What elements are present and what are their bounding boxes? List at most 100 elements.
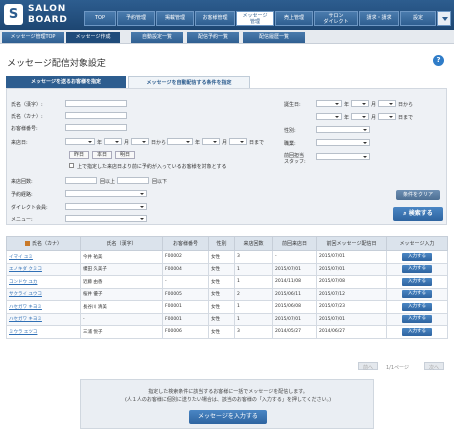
header-menu-dropdown[interactable] bbox=[437, 11, 451, 26]
birthday-to-month-select[interactable] bbox=[351, 113, 369, 120]
customer-kana-link[interactable]: イマイ ユミ bbox=[6, 250, 81, 264]
birthday-from-month-select[interactable] bbox=[351, 100, 369, 107]
customer-kana-link[interactable]: サクライ ユウコ bbox=[6, 287, 81, 301]
table-row: ミウラ エツコ 三浦 悦子 F00006 女性 3 2014/05/27 201… bbox=[6, 325, 448, 339]
message-input-cell: 入力する bbox=[386, 287, 448, 301]
nav-billing[interactable]: 請求・請求 bbox=[359, 11, 399, 26]
birthday-from-month-unit: 月 bbox=[371, 102, 377, 108]
pagination-prev-label: 前へ bbox=[363, 365, 374, 371]
input-message-button[interactable]: 入力する bbox=[402, 252, 432, 261]
nav-message-label2: 管理 bbox=[249, 19, 260, 25]
subtab-message-create[interactable]: メッセージ作成 bbox=[66, 32, 120, 43]
nav-settings[interactable]: 設定 bbox=[400, 11, 436, 26]
tab-specify-customers[interactable]: メッセージを送るお客様を指定 bbox=[6, 76, 126, 88]
nav-salon-direct[interactable]: サロン ダイレクト bbox=[314, 11, 358, 26]
subtab-message-top[interactable]: メッセージ管理TOP bbox=[2, 32, 64, 43]
customer-no: F00001 bbox=[162, 312, 209, 326]
visit-to-month-select[interactable] bbox=[202, 138, 220, 145]
customer-no-label: お客様番号: bbox=[11, 126, 38, 132]
menu-select[interactable] bbox=[65, 215, 147, 222]
gender-select[interactable] bbox=[316, 126, 370, 133]
salon-board-logo[interactable]: S SALON BOARD bbox=[4, 3, 80, 27]
nav-message[interactable]: メッセージ 管理 bbox=[236, 11, 274, 26]
input-bulk-message-button[interactable]: メッセージを入力する bbox=[189, 410, 267, 424]
visit-from-day-select[interactable] bbox=[131, 138, 149, 145]
logo-text-line2: BOARD bbox=[28, 15, 68, 25]
visit-count-max-input[interactable] bbox=[117, 177, 149, 184]
tab-auto-conditions[interactable]: メッセージを自動配信する条件を指定 bbox=[128, 76, 250, 88]
nav-listing[interactable]: 掲載管理 bbox=[156, 11, 194, 26]
birthday-from-day-select[interactable] bbox=[378, 100, 396, 107]
name-kanji-input[interactable] bbox=[65, 100, 127, 107]
input-message-button[interactable]: 入力する bbox=[402, 327, 432, 336]
input-message-button[interactable]: 入力する bbox=[402, 302, 432, 311]
customer-kana-link[interactable]: コンドウ ユカ bbox=[6, 275, 81, 289]
customer-no: - bbox=[162, 275, 209, 289]
customer-kana-link[interactable]: ハセガワ キヨミ bbox=[6, 300, 81, 314]
yesterday-button[interactable]: 昨日 bbox=[69, 151, 89, 159]
prior-reservation-checkbox[interactable] bbox=[69, 163, 74, 168]
table-row: エノキダ クミコ 榎田 久美子 F00004 女性 1 2015/07/01 2… bbox=[6, 262, 448, 276]
table-row: コンドウ ユカ 近藤 由香 - 女性 1 2014/11/08 2015/07/… bbox=[6, 275, 448, 289]
pagination-prev-button[interactable]: 前へ bbox=[358, 362, 378, 371]
customer-kanji: 榎田 久美子 bbox=[80, 262, 163, 276]
customer-kanji: 長谷川 清美 bbox=[80, 300, 163, 314]
customer-visit-count: 1 bbox=[234, 300, 273, 314]
visit-to-day-select[interactable] bbox=[229, 138, 247, 145]
subtab-auto-settings[interactable]: 自動設定一覧 bbox=[131, 32, 183, 43]
nav-customer[interactable]: お客様管理 bbox=[195, 11, 235, 26]
customer-last-visit: 2015/07/01 bbox=[272, 312, 317, 326]
message-input-cell: 入力する bbox=[386, 250, 448, 264]
input-message-button[interactable]: 入力する bbox=[402, 290, 432, 299]
birthday-to-year-unit: 年 bbox=[344, 115, 350, 121]
subtab-history[interactable]: 配信履歴一覧 bbox=[243, 32, 305, 43]
nav-top[interactable]: TOP bbox=[84, 11, 116, 26]
column-header-kana[interactable]: 氏名（カナ） bbox=[6, 236, 81, 251]
pagination-page-indicator: 1/1ページ bbox=[386, 365, 409, 371]
birthday-to-year-select[interactable] bbox=[316, 113, 342, 120]
last-staff-select[interactable] bbox=[316, 153, 370, 160]
customer-no: F00004 bbox=[162, 262, 209, 276]
visit-count-min-unit: 回以上 bbox=[100, 179, 116, 185]
clear-conditions-button[interactable]: 条件をクリア bbox=[396, 190, 440, 200]
column-header-visit-count: 来店回数 bbox=[234, 236, 273, 251]
customer-gender: 女性 bbox=[208, 262, 235, 276]
table-row: ハセガワ キヨミ 長谷川 清美 F00001 女性 1 2015/06/08 2… bbox=[6, 300, 448, 314]
direct-member-select[interactable] bbox=[65, 203, 147, 210]
prior-reservation-label: 上で指定した来店日より前に予約が入っているお客様を対象とする bbox=[77, 164, 227, 170]
input-message-button[interactable]: 入力する bbox=[402, 315, 432, 324]
nav-reservation[interactable]: 予約管理 bbox=[117, 11, 155, 26]
visit-to-day-unit: 日まで bbox=[249, 140, 265, 146]
birthday-from-year-select[interactable] bbox=[316, 100, 342, 107]
column-header-last-visit: 前回来店日 bbox=[272, 236, 317, 251]
bulk-message-note: (人１人のお客様に個別に送りたい場合は、該当のお客様の「入力する」を押してくださ… bbox=[124, 397, 332, 403]
tomorrow-button[interactable]: 明日 bbox=[115, 151, 135, 159]
input-message-button[interactable]: 入力する bbox=[402, 277, 432, 286]
message-input-cell: 入力する bbox=[386, 262, 448, 276]
today-button[interactable]: 本日 bbox=[92, 151, 112, 159]
nav-sales[interactable]: 売上管理 bbox=[275, 11, 313, 26]
route-select[interactable] bbox=[65, 190, 147, 197]
customer-last-message: 2015/07/23 bbox=[316, 300, 387, 314]
visit-to-year-select[interactable] bbox=[167, 138, 193, 145]
customer-kana-link[interactable]: ミウラ エツコ bbox=[6, 325, 81, 339]
visit-count-min-input[interactable] bbox=[65, 177, 97, 184]
job-select[interactable] bbox=[316, 139, 370, 146]
input-message-button[interactable]: 入力する bbox=[402, 265, 432, 274]
customer-kana-link[interactable]: ハセガワ キヨミ bbox=[6, 312, 81, 326]
visit-from-month-unit: 月 bbox=[124, 140, 130, 146]
subtab-scheduled[interactable]: 配信予約一覧 bbox=[187, 32, 239, 43]
customer-kana-link[interactable]: エノキダ クミコ bbox=[6, 262, 81, 276]
pagination-next-button[interactable]: 次へ bbox=[424, 362, 444, 371]
search-panel: 氏名（漢字）: 氏名（カナ）: お客様番号: 来店日: 年 月 日から 年 月 … bbox=[6, 88, 447, 225]
birthday-to-day-select[interactable] bbox=[378, 113, 396, 120]
visit-from-year-select[interactable] bbox=[65, 138, 95, 145]
customer-kanji: 今井 祐美 bbox=[80, 250, 163, 264]
customer-gender: 女性 bbox=[208, 325, 235, 339]
visit-from-month-select[interactable] bbox=[104, 138, 122, 145]
search-button[interactable]: ⌕ 検索する bbox=[393, 207, 443, 221]
help-icon[interactable]: ? bbox=[433, 55, 444, 66]
customer-no-input[interactable] bbox=[65, 124, 127, 131]
top-header: S SALON BOARD TOP 予約管理 掲載管理 お客様管理 メッセージ … bbox=[0, 0, 454, 30]
name-kana-input[interactable] bbox=[65, 112, 127, 119]
